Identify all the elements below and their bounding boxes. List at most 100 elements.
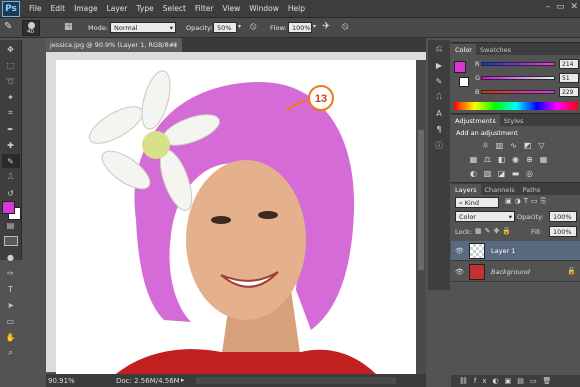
menu-view[interactable]: View: [222, 4, 240, 13]
color-panel-background-swatch[interactable]: [459, 77, 469, 87]
layer-row-layer1[interactable]: 👁 Layer 1: [451, 241, 580, 261]
blend-mode-select[interactable]: Color ▾: [455, 211, 515, 222]
menu-select[interactable]: Select: [163, 4, 186, 13]
menu-help[interactable]: Help: [288, 4, 305, 13]
document-canvas[interactable]: 13: [56, 60, 416, 374]
lasso-tool-icon[interactable]: ➰: [2, 74, 20, 88]
opacity-input[interactable]: 50%: [213, 22, 237, 33]
brush-tool-icon-active[interactable]: ✎: [1, 154, 20, 168]
color-spectrum-bar[interactable]: [454, 102, 578, 110]
layers-footer-buttons[interactable]: ⛓fx◐▣▤▭🗑: [451, 375, 580, 387]
info-panel-icon[interactable]: ⓘ: [430, 138, 448, 152]
dodge-tool-icon[interactable]: ●: [2, 250, 20, 264]
pressure-size-icon[interactable]: ⦸: [342, 21, 356, 35]
history-panel-icon[interactable]: ⎌: [430, 42, 448, 56]
airbrush-icon[interactable]: ✈: [322, 21, 336, 35]
curves-icon[interactable]: ∿: [509, 141, 518, 150]
scroll-thumb[interactable]: [418, 130, 424, 270]
quick-mask-icon[interactable]: [4, 236, 18, 246]
vibrance-icon[interactable]: ▽: [537, 141, 546, 150]
shape-tool-icon[interactable]: ▭: [2, 314, 20, 328]
gradient-tool-icon[interactable]: ▤: [2, 218, 20, 232]
healing-brush-tool-icon[interactable]: ✚: [2, 138, 20, 152]
hand-tool-icon[interactable]: ✋: [2, 330, 20, 344]
status-menu-icon[interactable]: ▸: [181, 376, 185, 384]
horizontal-scrollbar[interactable]: [196, 377, 396, 384]
photo-filter-icon[interactable]: ◉: [511, 155, 520, 164]
clone-source-panel-icon[interactable]: ⎍: [430, 90, 448, 104]
red-value-input[interactable]: 214: [559, 59, 579, 69]
tab-swatches[interactable]: Swatches: [476, 44, 515, 55]
tab-layers[interactable]: Layers: [451, 184, 481, 195]
path-select-tool-icon[interactable]: ➤: [2, 298, 20, 312]
eyedropper-tool-icon[interactable]: ✒: [2, 122, 20, 136]
menu-window[interactable]: Window: [249, 4, 279, 13]
mode-select[interactable]: Normal ▾: [110, 22, 176, 33]
vertical-scrollbar[interactable]: [416, 60, 426, 374]
blue-value-input[interactable]: 229: [559, 87, 579, 97]
color-lookup-icon[interactable]: ▦: [539, 155, 548, 164]
layer-filter-icons[interactable]: ▣◑T▭⎘: [505, 197, 575, 208]
visibility-eye-icon[interactable]: 👁: [455, 268, 464, 276]
menu-file[interactable]: File: [29, 4, 42, 13]
character-panel-icon[interactable]: A: [430, 106, 448, 120]
actions-panel-icon[interactable]: ▶: [430, 58, 448, 72]
exposure-icon[interactable]: ◩: [523, 141, 532, 150]
move-tool-icon[interactable]: ✥: [2, 42, 20, 56]
visibility-eye-icon[interactable]: 👁: [455, 247, 464, 255]
pen-tool-icon[interactable]: ✑: [2, 266, 20, 280]
channel-mixer-icon[interactable]: ⊕: [525, 155, 534, 164]
selective-color-icon[interactable]: ◎: [525, 169, 534, 178]
red-slider[interactable]: [481, 62, 555, 66]
flow-input[interactable]: 100%: [288, 22, 312, 33]
menu-type[interactable]: Type: [137, 4, 154, 13]
brush-panel-toggle-icon[interactable]: ▦: [64, 22, 76, 34]
opacity-slider-toggle-icon[interactable]: ▾: [238, 23, 241, 30]
menu-layer[interactable]: Layer: [107, 4, 128, 13]
tab-adjustments[interactable]: Adjustments: [451, 115, 500, 126]
gradient-map-icon[interactable]: ▬: [511, 169, 520, 178]
pressure-opacity-icon[interactable]: ⦸: [250, 21, 264, 35]
quick-select-tool-icon[interactable]: ✦: [2, 90, 20, 104]
paragraph-panel-icon[interactable]: ¶: [430, 122, 448, 136]
posterize-icon[interactable]: ▧: [483, 169, 492, 178]
close-tab-icon[interactable]: ×: [173, 38, 178, 52]
zoom-tool-icon[interactable]: ⌕: [2, 346, 20, 360]
layer-row-background[interactable]: 👁 Background 🔒: [451, 262, 580, 282]
brightness-contrast-icon[interactable]: ☼: [481, 141, 490, 150]
history-brush-tool-icon[interactable]: ↺: [2, 186, 20, 200]
brush-tool-icon[interactable]: ✎: [4, 21, 18, 35]
clone-stamp-tool-icon[interactable]: ⎍: [2, 170, 20, 184]
menu-filter[interactable]: Filter: [195, 4, 214, 13]
invert-icon[interactable]: ◐: [469, 169, 478, 178]
blue-slider[interactable]: [481, 90, 555, 94]
hue-saturation-icon[interactable]: ▦: [469, 155, 478, 164]
crop-tool-icon[interactable]: ⌗: [2, 106, 20, 120]
tab-color[interactable]: Color: [451, 44, 476, 55]
lock-icons[interactable]: ▦✎✥🔒: [475, 227, 514, 235]
menu-edit[interactable]: Edit: [51, 4, 66, 13]
color-panel-foreground-swatch[interactable]: [454, 61, 466, 73]
close-icon[interactable]: ✕: [570, 2, 578, 12]
brush-panel-icon[interactable]: ✎: [430, 74, 448, 88]
zoom-level[interactable]: 90.91%: [48, 377, 75, 385]
background-layer-name[interactable]: Background: [491, 268, 530, 276]
color-balance-icon[interactable]: ⚖: [483, 155, 492, 164]
maximize-icon[interactable]: ▭: [556, 2, 565, 12]
tab-styles[interactable]: Styles: [500, 115, 528, 126]
type-tool-icon[interactable]: T: [2, 282, 20, 296]
tab-paths[interactable]: Paths: [519, 184, 545, 195]
threshold-icon[interactable]: ◪: [497, 169, 506, 178]
layer1-name[interactable]: Layer 1: [491, 247, 515, 255]
black-white-icon[interactable]: ◧: [497, 155, 506, 164]
green-value-input[interactable]: 51: [559, 73, 579, 83]
document-tab[interactable]: jessica.jpg @ 90.9% (Layer 1, RGB/8#) * …: [46, 38, 182, 63]
tab-channels[interactable]: Channels: [481, 184, 519, 195]
layer-opacity-input[interactable]: 100%: [549, 211, 577, 222]
marquee-tool-icon[interactable]: ⬚: [2, 58, 20, 72]
levels-icon[interactable]: ▥: [495, 141, 504, 150]
layer-filter-select[interactable]: ⌕ Kind: [455, 197, 499, 208]
fill-input[interactable]: 100%: [549, 226, 577, 237]
flow-slider-toggle-icon[interactable]: ▾: [313, 23, 316, 30]
green-slider[interactable]: [481, 76, 555, 80]
